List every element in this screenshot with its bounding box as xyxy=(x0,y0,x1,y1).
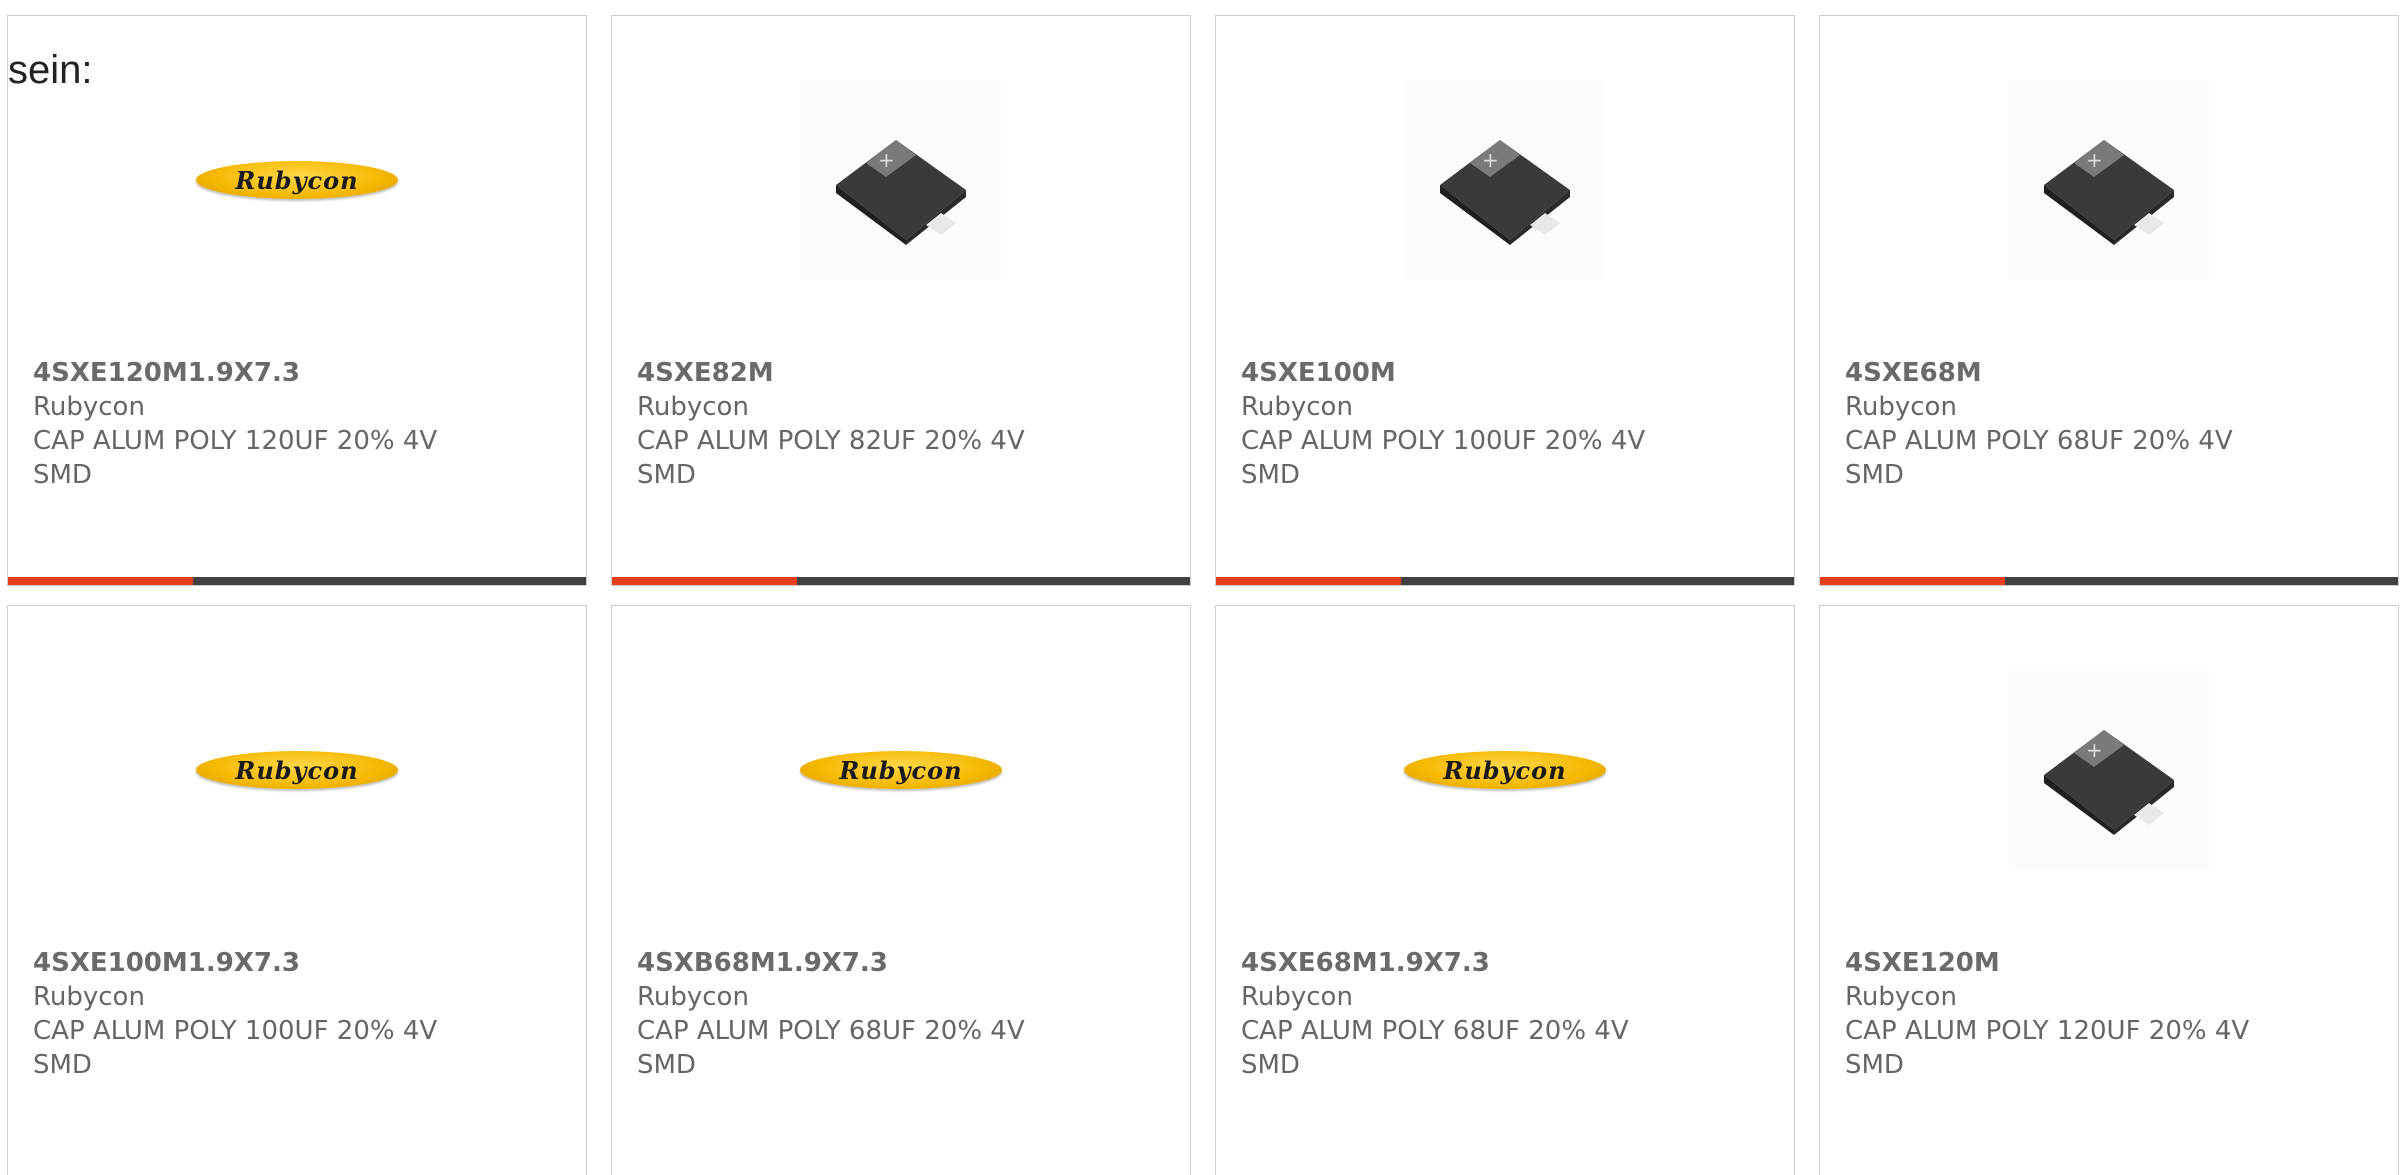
manufacturer-name: Rubycon xyxy=(1241,392,1353,422)
product-card[interactable]: Rubycon 4SXE68M1.9X7.3 Rubycon CAP ALUM … xyxy=(1215,605,1795,1175)
part-number-link[interactable]: 4SXE120M1.9X7.3 xyxy=(33,356,561,390)
progress-bar xyxy=(1216,577,1794,585)
section-title: sein: xyxy=(8,48,93,92)
progress-fill xyxy=(1216,577,1401,585)
manufacturer-name: Rubycon xyxy=(637,982,749,1012)
part-number-link[interactable]: 4SXE120M xyxy=(1845,946,2373,980)
progress-bar xyxy=(8,577,586,585)
manufacturer-name: Rubycon xyxy=(637,392,749,422)
product-image[interactable]: + xyxy=(1216,80,1794,280)
rubycon-logo-icon: Rubycon xyxy=(196,161,398,199)
svg-text:+: + xyxy=(2086,148,2103,172)
part-number-link[interactable]: 4SXE68M xyxy=(1845,356,2373,390)
product-description: CAP ALUM POLY 120UF 20% 4V SMD xyxy=(33,426,438,490)
progress-fill xyxy=(612,577,797,585)
product-description: CAP ALUM POLY 68UF 20% 4V SMD xyxy=(637,1016,1025,1080)
product-info: 4SXE68M Rubycon CAP ALUM POLY 68UF 20% 4… xyxy=(1845,356,2373,492)
product-image[interactable]: + xyxy=(1820,80,2398,280)
product-image[interactable]: + xyxy=(612,80,1190,280)
rubycon-logo-icon: Rubycon xyxy=(196,751,398,789)
product-card[interactable]: + 4SXE100M Rubycon CAP ALUM POLY 100UF 2… xyxy=(1215,15,1795,586)
part-number-link[interactable]: 4SXE100M xyxy=(1241,356,1769,390)
product-description: CAP ALUM POLY 82UF 20% 4V SMD xyxy=(637,426,1025,490)
product-description: CAP ALUM POLY 68UF 20% 4V SMD xyxy=(1845,426,2233,490)
part-number-link[interactable]: 4SXB68M1.9X7.3 xyxy=(637,946,1165,980)
smd-capacitor-icon: + xyxy=(1405,80,1605,280)
progress-bar xyxy=(1820,577,2398,585)
product-info: 4SXE100M1.9X7.3 Rubycon CAP ALUM POLY 10… xyxy=(33,946,561,1082)
product-image[interactable]: Rubycon xyxy=(612,670,1190,870)
product-card[interactable]: + 4SXE120M Rubycon CAP ALUM POLY 120UF 2… xyxy=(1819,605,2399,1175)
product-description: CAP ALUM POLY 68UF 20% 4V SMD xyxy=(1241,1016,1629,1080)
product-description: CAP ALUM POLY 100UF 20% 4V SMD xyxy=(33,1016,438,1080)
product-info: 4SXB68M1.9X7.3 Rubycon CAP ALUM POLY 68U… xyxy=(637,946,1165,1082)
product-card[interactable]: Rubycon 4SXE100M1.9X7.3 Rubycon CAP ALUM… xyxy=(7,605,587,1175)
product-image[interactable]: Rubycon xyxy=(8,670,586,870)
rubycon-logo-icon: Rubycon xyxy=(1404,751,1606,789)
product-card[interactable]: + 4SXE68M Rubycon CAP ALUM POLY 68UF 20%… xyxy=(1819,15,2399,586)
product-card[interactable]: + 4SXE82M Rubycon CAP ALUM POLY 82UF 20%… xyxy=(611,15,1191,586)
progress-fill xyxy=(8,577,193,585)
manufacturer-name: Rubycon xyxy=(33,392,145,422)
progress-bar xyxy=(612,577,1190,585)
progress-fill xyxy=(1820,577,2005,585)
product-description: CAP ALUM POLY 100UF 20% 4V SMD xyxy=(1241,426,1646,490)
svg-text:+: + xyxy=(1482,148,1499,172)
manufacturer-name: Rubycon xyxy=(33,982,145,1012)
rubycon-logo-icon: Rubycon xyxy=(800,751,1002,789)
product-image[interactable]: Rubycon xyxy=(8,80,586,280)
product-grid: sein: Rubycon 4SXE120M1.9X7.3 Rubycon CA… xyxy=(0,0,2400,1175)
product-image[interactable]: + xyxy=(1820,670,2398,870)
manufacturer-name: Rubycon xyxy=(1241,982,1353,1012)
product-info: 4SXE120M1.9X7.3 Rubycon CAP ALUM POLY 12… xyxy=(33,356,561,492)
part-number-link[interactable]: 4SXE68M1.9X7.3 xyxy=(1241,946,1769,980)
part-number-link[interactable]: 4SXE82M xyxy=(637,356,1165,390)
product-info: 4SXE100M Rubycon CAP ALUM POLY 100UF 20%… xyxy=(1241,356,1769,492)
product-description: CAP ALUM POLY 120UF 20% 4V SMD xyxy=(1845,1016,2250,1080)
product-card[interactable]: Rubycon 4SXE120M1.9X7.3 Rubycon CAP ALUM… xyxy=(7,15,587,586)
product-card[interactable]: Rubycon 4SXB68M1.9X7.3 Rubycon CAP ALUM … xyxy=(611,605,1191,1175)
manufacturer-name: Rubycon xyxy=(1845,982,1957,1012)
part-number-link[interactable]: 4SXE100M1.9X7.3 xyxy=(33,946,561,980)
product-info: 4SXE82M Rubycon CAP ALUM POLY 82UF 20% 4… xyxy=(637,356,1165,492)
manufacturer-name: Rubycon xyxy=(1845,392,1957,422)
smd-capacitor-icon: + xyxy=(801,80,1001,280)
product-info: 4SXE120M Rubycon CAP ALUM POLY 120UF 20%… xyxy=(1845,946,2373,1082)
smd-capacitor-icon: + xyxy=(2009,670,2209,870)
svg-text:+: + xyxy=(2086,738,2103,762)
product-image[interactable]: Rubycon xyxy=(1216,670,1794,870)
smd-capacitor-icon: + xyxy=(2009,80,2209,280)
svg-text:+: + xyxy=(878,148,895,172)
product-info: 4SXE68M1.9X7.3 Rubycon CAP ALUM POLY 68U… xyxy=(1241,946,1769,1082)
